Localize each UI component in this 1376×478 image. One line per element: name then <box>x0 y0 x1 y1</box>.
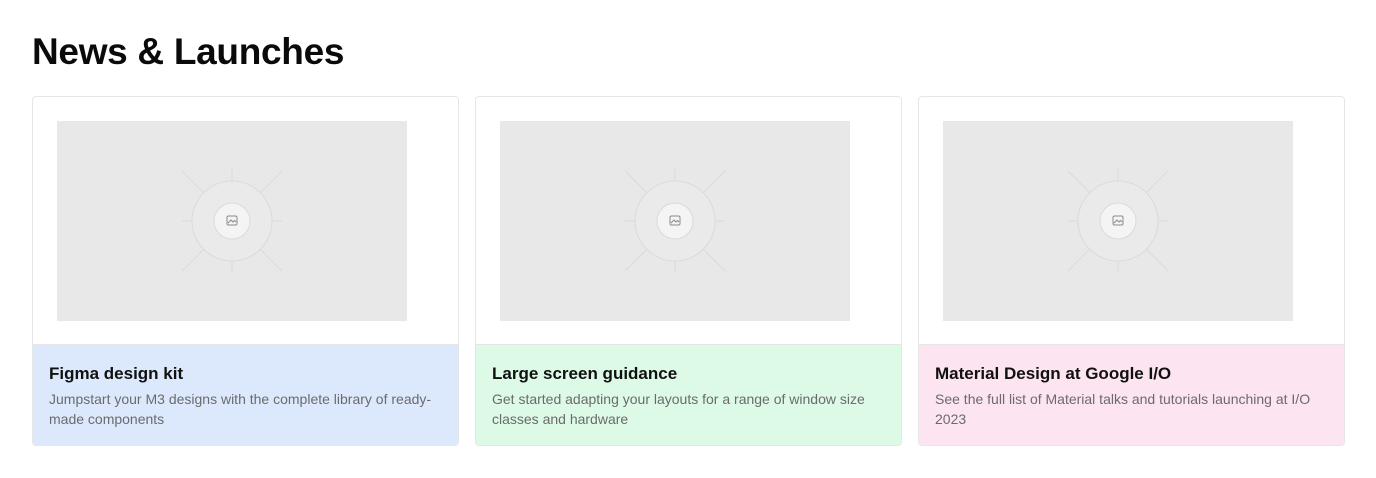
image-placeholder-icon <box>1067 169 1169 273</box>
card-figma-design-kit[interactable]: Figma design kit Jumpstart your M3 desig… <box>32 96 459 446</box>
card-title: Large screen guidance <box>492 364 678 383</box>
image-placeholder-icon <box>181 169 283 273</box>
card-description: See the full list of Material talks and … <box>935 391 1311 427</box>
section-title: News & Launches <box>32 31 345 72</box>
card-description: Get started adapting your layouts for a … <box>492 391 865 427</box>
card-title: Material Design at Google I/O <box>935 364 1172 383</box>
image-placeholder <box>57 121 407 321</box>
image-placeholder <box>943 121 1293 321</box>
image-placeholder <box>500 121 850 321</box>
card-body: Large screen guidance Get started adapti… <box>476 345 901 445</box>
card-media <box>476 97 901 345</box>
image-placeholder-icon <box>624 169 726 273</box>
card-list: Figma design kit Jumpstart your M3 desig… <box>32 96 1345 446</box>
card-body: Material Design at Google I/O See the fu… <box>919 345 1344 445</box>
card-body: Figma design kit Jumpstart your M3 desig… <box>33 345 458 445</box>
card-title: Figma design kit <box>49 364 184 383</box>
card-media <box>33 97 458 345</box>
card-media <box>919 97 1344 345</box>
card-description: Jumpstart your M3 designs with the compl… <box>49 391 432 427</box>
news-launches-page: News & Launches Figma design kit Jumpsta… <box>0 0 1376 478</box>
card-material-design-google-io[interactable]: Material Design at Google I/O See the fu… <box>918 96 1345 446</box>
card-large-screen-guidance[interactable]: Large screen guidance Get started adapti… <box>475 96 902 446</box>
